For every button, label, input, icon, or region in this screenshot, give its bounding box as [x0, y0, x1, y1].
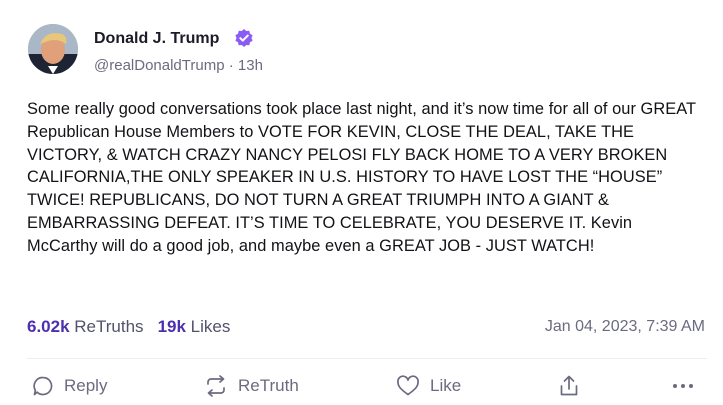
reply-icon [32, 375, 54, 397]
reply-label: Reply [64, 376, 108, 395]
more-icon [672, 383, 694, 389]
author-name[interactable]: Donald J. Trump [94, 30, 219, 48]
retruth-label: ReTruth [238, 376, 299, 395]
like-icon [396, 375, 420, 397]
likes-count: 19k [157, 317, 186, 336]
more-options-button[interactable] [672, 368, 694, 404]
share-icon [558, 374, 580, 398]
retruth-button[interactable]: ReTruth [204, 368, 299, 404]
retruths-label: ReTruths [74, 317, 144, 336]
share-button[interactable] [558, 368, 580, 404]
retruths-count: 6.02k [27, 317, 70, 336]
post-body: Some really good conversations took plac… [27, 100, 696, 255]
post-stats: 6.02k ReTruths 19k Likes [27, 317, 230, 337]
retruths-stat[interactable]: 6.02k ReTruths [27, 317, 144, 336]
verified-badge-icon [234, 28, 254, 48]
author-handle-time[interactable]: @realDonaldTrump · 13h [94, 57, 263, 74]
like-label: Like [430, 376, 462, 395]
retruth-icon [204, 375, 228, 397]
reply-button[interactable]: Reply [32, 368, 107, 404]
avatar[interactable] [28, 24, 78, 74]
post-timestamp[interactable]: Jan 04, 2023, 7:39 AM [545, 318, 705, 336]
likes-label: Likes [190, 317, 231, 336]
like-button[interactable]: Like [396, 368, 461, 404]
truth-post: Donald J. Trump @realDonaldTrump · 13h S… [0, 0, 723, 405]
likes-stat[interactable]: 19k Likes [158, 317, 231, 336]
action-bar: Reply ReTruth Like [0, 368, 723, 404]
divider [27, 358, 707, 359]
